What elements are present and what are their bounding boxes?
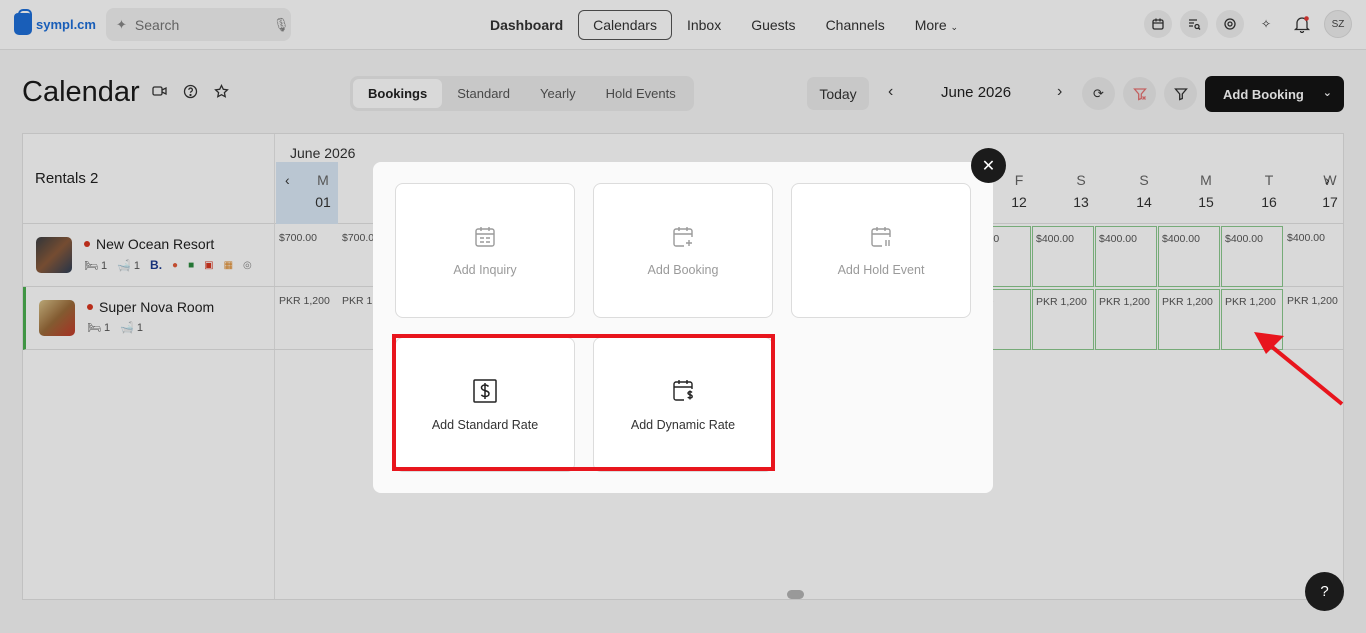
calendar-plus-icon — [673, 226, 693, 247]
add-booking-card[interactable]: Add Booking — [593, 183, 773, 318]
card-label: Add Hold Event — [837, 262, 925, 277]
card-label: Add Inquiry — [453, 262, 517, 277]
calendar-list-icon — [475, 226, 495, 247]
card-label: Add Booking — [647, 262, 719, 277]
scroll-handle[interactable] — [787, 590, 804, 599]
help-button[interactable]: ? — [1305, 572, 1344, 611]
red-arrow-annotation — [1254, 332, 1344, 406]
close-icon[interactable]: ✕ — [971, 148, 1006, 183]
add-inquiry-card[interactable]: Add Inquiry — [395, 183, 575, 318]
calendar-pause-icon — [871, 226, 891, 247]
red-highlight-box — [392, 334, 775, 471]
add-hold-event-card[interactable]: Add Hold Event — [791, 183, 971, 318]
